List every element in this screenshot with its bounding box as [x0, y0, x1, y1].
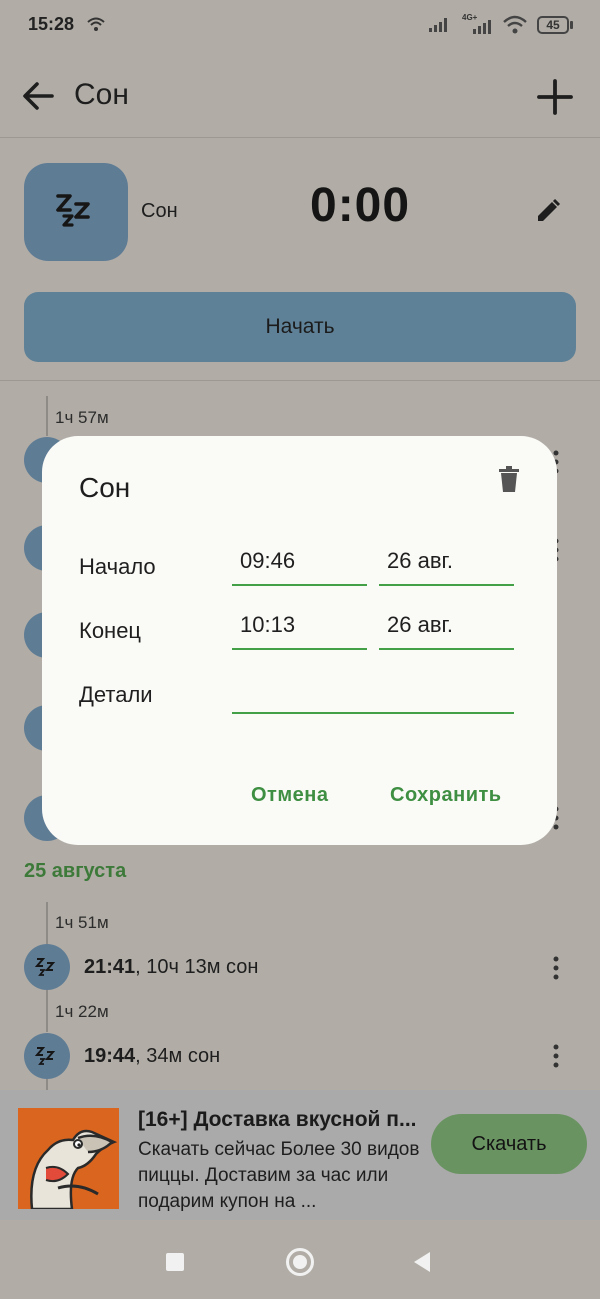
start-button[interactable]: Начать — [24, 292, 576, 362]
category-label: Сон — [141, 200, 178, 222]
start-time-field[interactable]: 09:46 — [232, 546, 367, 586]
dialog-title: Сон — [79, 472, 131, 503]
end-label: Конец — [79, 618, 142, 643]
ad-image[interactable] — [18, 1108, 119, 1209]
entry-time: 19:44 — [84, 1045, 136, 1067]
zz-sleep-icon — [34, 958, 56, 976]
ad-description: Скачать сейчас Более 30 видов пиццы. Дос… — [138, 1139, 420, 1212]
timeline-line — [46, 902, 48, 944]
entry-time: 21:41 — [84, 956, 136, 978]
battery-icon: 45 — [537, 16, 569, 34]
cancel-button[interactable]: Отмена — [251, 784, 328, 807]
ad-title[interactable]: [16+] Доставка вкусной п... — [138, 1108, 428, 1132]
status-time: 15:28 — [28, 14, 75, 34]
wifi-small-icon — [87, 17, 105, 31]
timer-display: 0:00 — [310, 179, 411, 232]
timeline-line — [46, 396, 48, 436]
header-divider — [0, 380, 600, 381]
dodo-bird-logo-icon — [18, 1108, 119, 1209]
timeline-line — [46, 1079, 48, 1090]
page-title: Сон — [74, 78, 129, 111]
more-vert-icon[interactable] — [552, 956, 560, 980]
arrow-left-icon[interactable] — [20, 78, 56, 114]
category-icon[interactable] — [24, 163, 128, 261]
edit-pencil-icon[interactable] — [535, 198, 561, 224]
cell-signal-icon — [429, 18, 447, 32]
start-label: Начало — [79, 554, 156, 579]
appbar-divider — [0, 137, 600, 138]
zz-sleep-icon — [56, 194, 90, 227]
end-time-field[interactable]: 10:13 — [232, 610, 367, 650]
battery-tip — [570, 21, 573, 29]
edit-entry-dialog: Сон Начало 09:46 26 авг. Конец 10:13 26 … — [42, 436, 557, 845]
duration-label: 1ч 51м — [55, 913, 109, 932]
trash-icon[interactable] — [498, 466, 520, 492]
date-group-header: 25 августа — [24, 860, 127, 882]
end-date-field[interactable]: 26 авг. — [379, 610, 514, 650]
status-bar: 15:28 4G+ 45 — [0, 0, 600, 52]
timeline-line — [46, 990, 48, 1032]
back-triangle-icon[interactable] — [412, 1250, 432, 1274]
entry-icon — [24, 944, 70, 990]
details-label: Детали — [79, 682, 153, 707]
entry-icon — [24, 1033, 70, 1079]
details-field[interactable] — [232, 674, 514, 714]
plus-icon[interactable] — [536, 78, 574, 116]
entry-detail: , 10ч 13м сон — [135, 956, 259, 978]
more-vert-icon[interactable] — [552, 1044, 560, 1068]
list-item-text[interactable]: 19:44, 34м сон — [84, 1045, 220, 1068]
duration-label: 1ч 22м — [55, 1002, 109, 1021]
system-nav-bar — [0, 1220, 600, 1299]
duration-label: 1ч 57м — [55, 408, 109, 427]
start-date-field[interactable]: 26 авг. — [379, 546, 514, 586]
home-circle-inner — [293, 1255, 307, 1269]
recents-square-icon[interactable] — [166, 1253, 184, 1271]
cell-signal-icon-2 — [473, 20, 491, 34]
zz-sleep-icon — [34, 1047, 56, 1065]
entry-detail: , 34м сон — [135, 1045, 221, 1067]
ad-download-button[interactable]: Скачать — [431, 1114, 587, 1174]
list-item-text[interactable]: 21:41, 10ч 13м сон — [84, 956, 258, 979]
home-circle-icon[interactable] — [286, 1248, 314, 1276]
wifi-icon — [503, 15, 527, 34]
save-button[interactable]: Сохранить — [390, 784, 502, 807]
